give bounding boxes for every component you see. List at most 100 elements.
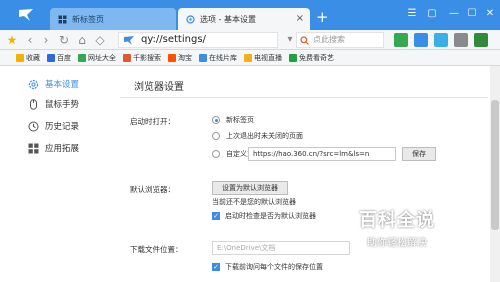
settings-tab-icon [186, 14, 195, 24]
bookmark-item[interactable]: 千影搜索 [123, 53, 161, 63]
startup-option-new-tab[interactable]: 新标签页 [212, 115, 254, 125]
set-default-button[interactable]: 设置为默认浏览器 [212, 181, 288, 195]
new-tab-button[interactable]: + [316, 8, 330, 26]
divider [120, 97, 488, 98]
sidebar-item-history[interactable]: 历史记录 [28, 118, 79, 134]
bookmark-label: 网址大全 [88, 53, 116, 62]
checkbox[interactable]: ✓ [212, 263, 220, 271]
tab-label: 新标签页 [72, 14, 104, 24]
bookmark-label: 免费看奇艺 [299, 53, 334, 62]
sidebar-item-label: 基本设置 [45, 80, 80, 90]
video-library-icon [199, 53, 207, 62]
screenshot-icon[interactable] [414, 33, 428, 47]
search-placeholder: 点此搜索 [313, 35, 345, 44]
bookmark-label: 在线片库 [209, 53, 237, 62]
close-window-icon[interactable]: ✕ [482, 6, 498, 22]
bookmark-label: 千影搜索 [133, 53, 161, 62]
download-path-value: E:\OneDrive\文档 [217, 244, 276, 252]
homepage-value: https://hao.360.cn/?src=lm&ls=n [253, 150, 370, 158]
scrollbar-thumb[interactable] [491, 100, 499, 230]
skin-icon[interactable]: ▢ [424, 6, 440, 22]
tab-bar: 新标签页 选项 - 基本设置 × + ☰ ▢ — ☐ ✕ [0, 0, 500, 30]
baidu-icon [47, 53, 55, 62]
sidebar-item-extensions[interactable]: 应用拓展 [28, 140, 79, 156]
page-title: 浏览器设置 [134, 82, 184, 93]
default-browser-label: 默认浏览器： [130, 185, 175, 194]
tab-new-tab[interactable]: 新标签页 [50, 8, 176, 30]
address-bar[interactable]: qy://settings/ [118, 32, 278, 48]
watermark-title: 百科全说 [359, 210, 435, 231]
site-nav-icon [78, 53, 86, 62]
settings-page: 基本设置 鼠标手势 历史记录 应用拓展 浏览器设置 启动时打开： 新标签页 上次… [0, 66, 500, 282]
bookmark-label: 百度 [57, 53, 71, 62]
bookmarks-icon[interactable]: ◇ [92, 32, 108, 48]
bookmarks-bar: 收藏 百度 网址大全 千影搜索 淘宝 在线片库 电视直播 免费看奇艺 [0, 50, 500, 66]
star-icon [16, 53, 24, 62]
grid-apps-icon[interactable] [394, 33, 408, 47]
sidebar-item-mouse[interactable]: 鼠标手势 [28, 96, 79, 112]
option-label: 下载前询问每个文件的保存位置 [225, 263, 323, 271]
sidebar-item-label: 鼠标手势 [45, 100, 80, 110]
home-icon[interactable]: ⌂ [74, 32, 90, 48]
minimize-icon[interactable]: — [446, 6, 462, 22]
bookmark-item[interactable]: 淘宝 [168, 53, 192, 63]
default-status-text: 当前还不是您的默认浏览器 [212, 198, 296, 206]
bookmark-label: 收藏 [26, 53, 40, 62]
grid-icon [28, 143, 39, 153]
bookmark-item[interactable]: 在线片库 [199, 53, 237, 63]
bookmark-item[interactable]: 免费看奇艺 [289, 53, 334, 63]
watermark: 百科全说 助你轻松解决 [332, 206, 462, 249]
bookmark-item[interactable]: 电视直播 [244, 53, 282, 63]
clock-icon [28, 121, 39, 131]
bookmark-label: 淘宝 [178, 53, 192, 62]
ad-block-icon[interactable]: ★ [4, 32, 20, 48]
search-input[interactable]: 点此搜索 [296, 32, 384, 48]
download-icon[interactable] [454, 33, 468, 47]
download-location-label: 下载文件位置： [130, 245, 183, 254]
mouse-icon [30, 98, 37, 110]
search-engine-icon [123, 53, 131, 62]
calendar-icon[interactable] [434, 33, 448, 47]
refresh-icon[interactable]: ↻ [56, 32, 72, 48]
browser-window: 新标签页 选项 - 基本设置 × + ☰ ▢ — ☐ ✕ ★ ‹ › ↻ ⌂ ◇… [0, 0, 500, 282]
forward-icon[interactable]: › [38, 32, 54, 48]
search-icon [300, 36, 309, 45]
extension-icon[interactable] [474, 33, 488, 47]
homepage-field[interactable]: https://hao.360.cn/?src=lm&ls=n [248, 147, 396, 161]
bookmark-item[interactable]: 收藏 [16, 53, 40, 63]
sidebar-item-label: 历史记录 [45, 122, 80, 132]
site-icon [124, 36, 134, 45]
close-tab-icon[interactable]: × [296, 13, 304, 24]
save-button[interactable]: 保存 [402, 147, 436, 161]
bookmark-label: 电视直播 [254, 53, 282, 62]
taobao-icon [168, 53, 176, 62]
menu-icon[interactable]: ☰ [404, 6, 420, 22]
download-path-field[interactable]: E:\OneDrive\文档 [212, 241, 350, 255]
tab-label: 选项 - 基本设置 [200, 14, 256, 24]
back-icon[interactable]: ‹ [22, 32, 38, 48]
gear-icon [28, 79, 39, 89]
new-tab-page-icon [58, 15, 67, 23]
checkbox[interactable]: ✓ [212, 212, 220, 220]
maximize-icon[interactable]: ☐ [464, 6, 480, 22]
check-default-option[interactable]: ✓ 启动时检查是否为默认浏览器 [212, 211, 316, 221]
settings-sidebar: 基本设置 鼠标手势 历史记录 应用拓展 [0, 66, 112, 282]
play-icon [289, 53, 297, 62]
radio-button[interactable] [212, 132, 220, 140]
bookmark-item[interactable]: 网址大全 [78, 53, 116, 63]
ask-save-location-option[interactable]: ✓ 下载前询问每个文件的保存位置 [212, 262, 323, 272]
radio-button[interactable] [212, 150, 220, 158]
startup-label: 启动时打开： [130, 117, 175, 126]
browser-logo-icon [19, 9, 33, 21]
sidebar-item-basic[interactable]: 基本设置 [28, 76, 79, 92]
startup-option-restore[interactable]: 上次退出时未关闭的页面 [212, 131, 303, 141]
toolbar: ★ ‹ › ↻ ⌂ ◇ qy://settings/ ▾ 点此搜索 [0, 30, 500, 50]
settings-content: 浏览器设置 启动时打开： 新标签页 上次退出时未关闭的页面 自定义主页 http… [112, 66, 490, 282]
radio-button[interactable] [212, 116, 220, 124]
bookmark-item[interactable]: 百度 [47, 53, 71, 63]
tab-settings[interactable]: 选项 - 基本设置 × [178, 8, 310, 30]
option-label: 新标签页 [226, 116, 254, 124]
tv-icon [244, 53, 252, 62]
sidebar-item-label: 应用拓展 [45, 144, 80, 154]
option-label: 启动时检查是否为默认浏览器 [225, 212, 316, 220]
